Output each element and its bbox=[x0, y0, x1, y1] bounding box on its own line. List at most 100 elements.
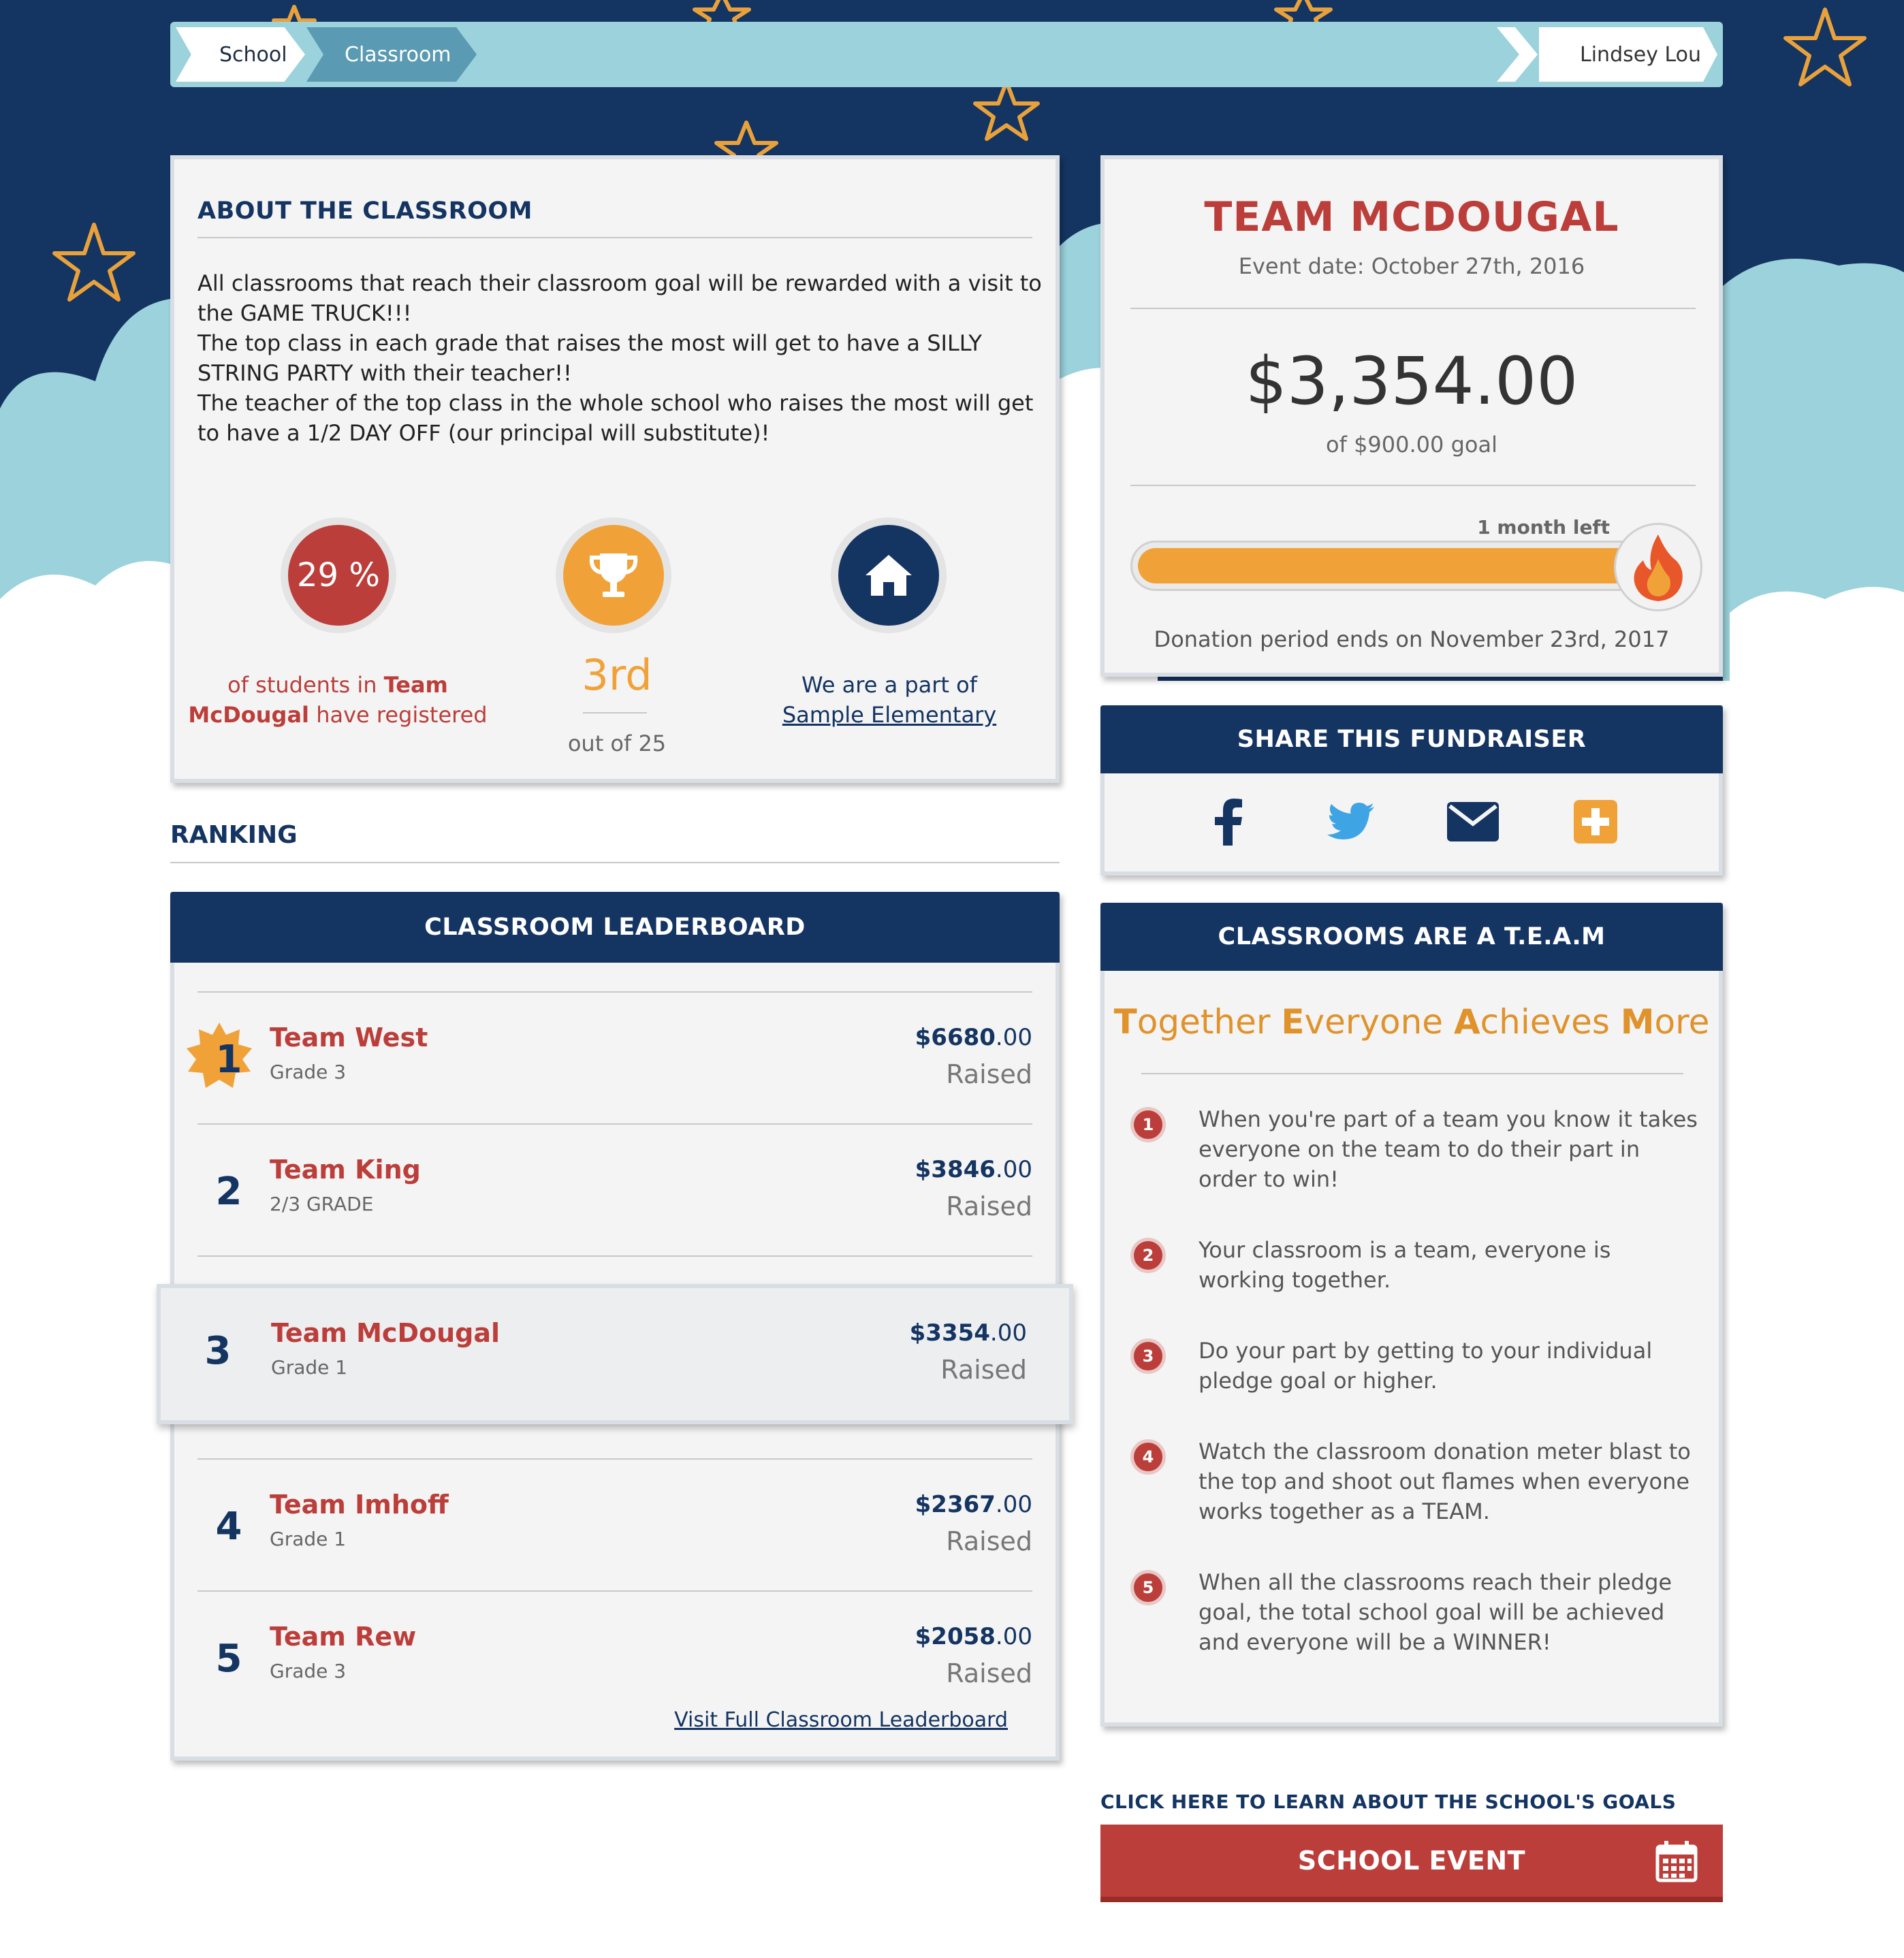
classroom-leaderboard: CLASSROOM LEADERBOARD 1 Team West Grade … bbox=[157, 892, 1073, 1761]
leaderboard-row[interactable]: 5 Team Rew Grade 3 $2058.00 Raised bbox=[174, 1593, 1056, 1722]
breadcrumb-chevron-icon bbox=[1497, 27, 1538, 82]
school-link[interactable]: Sample Elementary bbox=[774, 700, 1005, 730]
divider bbox=[1130, 308, 1696, 309]
item-text: Watch the classroom donation meter blast… bbox=[1199, 1439, 1691, 1524]
team-values-title: CLASSROOMS ARE A T.E.A.M bbox=[1100, 903, 1723, 971]
amount-whole: $2058 bbox=[915, 1623, 996, 1650]
team-grade: Grade 1 bbox=[271, 1356, 348, 1379]
registered-percent: 29 % bbox=[288, 525, 389, 626]
item-number: 1 bbox=[1130, 1107, 1166, 1142]
team-name[interactable]: Team Rew bbox=[270, 1622, 416, 1652]
amount-cents: .00 bbox=[995, 1623, 1032, 1650]
share-card: SHARE THIS FUNDRAISER bbox=[1100, 705, 1723, 876]
email-icon[interactable] bbox=[1442, 791, 1504, 852]
item-number: 2 bbox=[1130, 1238, 1166, 1273]
tagline-word: veryone bbox=[1304, 1002, 1454, 1042]
amount-whole: $3846 bbox=[915, 1156, 996, 1183]
about-paragraph: The top class in each grade that raises … bbox=[197, 330, 982, 386]
trophy-icon bbox=[563, 525, 664, 626]
team-grade: Grade 3 bbox=[270, 1061, 347, 1083]
user-name-link[interactable]: Lindsey Lou bbox=[1539, 27, 1717, 82]
team-amount: $2367.00 bbox=[915, 1491, 1032, 1518]
team-name[interactable]: Team Imhoff bbox=[270, 1490, 449, 1520]
tagline-word: ore bbox=[1654, 1002, 1710, 1042]
breadcrumb: School Classroom Lindsey Lou bbox=[170, 22, 1723, 87]
donation-end-date: Donation period ends on November 23rd, 2… bbox=[1154, 626, 1670, 652]
raised-label: Raised bbox=[946, 1191, 1032, 1221]
amount-whole: $3354 bbox=[909, 1319, 990, 1347]
rank-number: 2 bbox=[215, 1170, 242, 1214]
registered-caption: of students in Team McDougal have regist… bbox=[188, 670, 488, 730]
tagline-letter: T bbox=[1113, 1002, 1137, 1042]
school-event-button-label: SCHOOL EVENT bbox=[1297, 1846, 1526, 1876]
home-icon bbox=[838, 525, 939, 626]
amount-whole: $2367 bbox=[915, 1491, 996, 1518]
rank-divider bbox=[583, 712, 647, 713]
team-amount: $6680.00 bbox=[915, 1024, 1032, 1051]
amount-cents: .00 bbox=[995, 1156, 1032, 1183]
rank-number: 3 bbox=[204, 1329, 232, 1373]
about-paragraph: The teacher of the top class in the whol… bbox=[197, 390, 1034, 446]
full-leaderboard-link[interactable]: Visit Full Classroom Leaderboard bbox=[674, 1708, 1008, 1732]
facebook-icon[interactable] bbox=[1197, 791, 1258, 852]
amount-raised: $3,354.00 bbox=[1245, 343, 1578, 419]
team-name[interactable]: Team West bbox=[270, 1023, 428, 1053]
goal-amount: of $900.00 goal bbox=[1326, 432, 1497, 458]
team-name[interactable]: Team McDougal bbox=[271, 1318, 500, 1348]
ranking-title: RANKING bbox=[170, 821, 298, 849]
twitter-icon[interactable] bbox=[1320, 791, 1381, 852]
team-tagline: Together Everyone Achieves More bbox=[1105, 1002, 1719, 1042]
rank-value: 3rd bbox=[582, 650, 652, 700]
plus-icon[interactable] bbox=[1565, 791, 1626, 852]
raised-label: Raised bbox=[940, 1355, 1027, 1385]
donation-progress-fill bbox=[1138, 548, 1642, 583]
event-date: Event date: October 27th, 2016 bbox=[1238, 253, 1585, 279]
divider bbox=[197, 991, 1032, 993]
share-icons bbox=[1105, 791, 1719, 866]
calendar-icon bbox=[1655, 1841, 1698, 1882]
divider bbox=[197, 1458, 1032, 1460]
tagline-letter: M bbox=[1620, 1002, 1655, 1042]
school-badge bbox=[831, 517, 947, 633]
rank-number: 1 bbox=[215, 1038, 242, 1082]
divider bbox=[197, 1123, 1032, 1125]
leaderboard-title: CLASSROOM LEADERBOARD bbox=[170, 892, 1060, 963]
team-amount: $3846.00 bbox=[915, 1156, 1032, 1183]
breadcrumb-classroom[interactable]: Classroom bbox=[306, 27, 477, 82]
team-grade: Grade 1 bbox=[270, 1528, 347, 1550]
rank-trophy-badge bbox=[556, 517, 671, 633]
divider bbox=[170, 862, 1060, 863]
school-goals-label[interactable]: CLICK HERE TO LEARN ABOUT THE SCHOOL'S G… bbox=[1100, 1791, 1676, 1813]
about-paragraph: All classrooms that reach their classroo… bbox=[197, 270, 1042, 326]
team-name[interactable]: Team King bbox=[270, 1155, 421, 1185]
item-text: When all the classrooms reach their pled… bbox=[1199, 1569, 1672, 1655]
divider bbox=[197, 1590, 1032, 1592]
item-text: When you're part of a team you know it t… bbox=[1199, 1106, 1698, 1192]
divider bbox=[197, 237, 1032, 238]
team-grade: Grade 3 bbox=[270, 1660, 347, 1682]
rank-number: 5 bbox=[215, 1637, 242, 1681]
rank-number: 4 bbox=[215, 1505, 242, 1549]
raised-label: Raised bbox=[946, 1658, 1032, 1688]
raised-label: Raised bbox=[946, 1526, 1032, 1556]
amount-cents: .00 bbox=[995, 1024, 1032, 1051]
leaderboard-row[interactable]: 4 Team Imhoff Grade 1 $2367.00 Raised bbox=[174, 1461, 1056, 1590]
amount-whole: $6680 bbox=[915, 1024, 996, 1051]
school-event-button[interactable]: SCHOOL EVENT bbox=[1100, 1825, 1723, 1902]
tagline-letter: E bbox=[1281, 1002, 1305, 1042]
amount-cents: .00 bbox=[989, 1319, 1027, 1347]
time-left: 1 month left bbox=[1477, 516, 1610, 539]
team-title: TEAM MCDOUGAL bbox=[1204, 193, 1619, 241]
amount-cents: .00 bbox=[995, 1491, 1032, 1518]
leaderboard-row[interactable]: 2 Team King 2/3 GRADE $3846.00 Raised bbox=[174, 1126, 1056, 1255]
leaderboard-row-current[interactable]: 3 Team McDougal Grade 1 $3354.00 Raised bbox=[157, 1284, 1073, 1424]
breadcrumb-school[interactable]: School bbox=[176, 27, 305, 82]
team-amount: $2058.00 bbox=[915, 1623, 1032, 1650]
divider bbox=[197, 1255, 1032, 1257]
tagline-word: chieves bbox=[1480, 1002, 1621, 1042]
donation-progress-bar bbox=[1130, 541, 1696, 591]
share-title: SHARE THIS FUNDRAISER bbox=[1100, 705, 1723, 773]
leaderboard-row[interactable]: 1 Team West Grade 3 $6680.00 Raised bbox=[174, 994, 1056, 1123]
about-classroom-card: ABOUT THE CLASSROOM All classrooms that … bbox=[170, 155, 1060, 783]
item-number: 4 bbox=[1130, 1439, 1166, 1475]
